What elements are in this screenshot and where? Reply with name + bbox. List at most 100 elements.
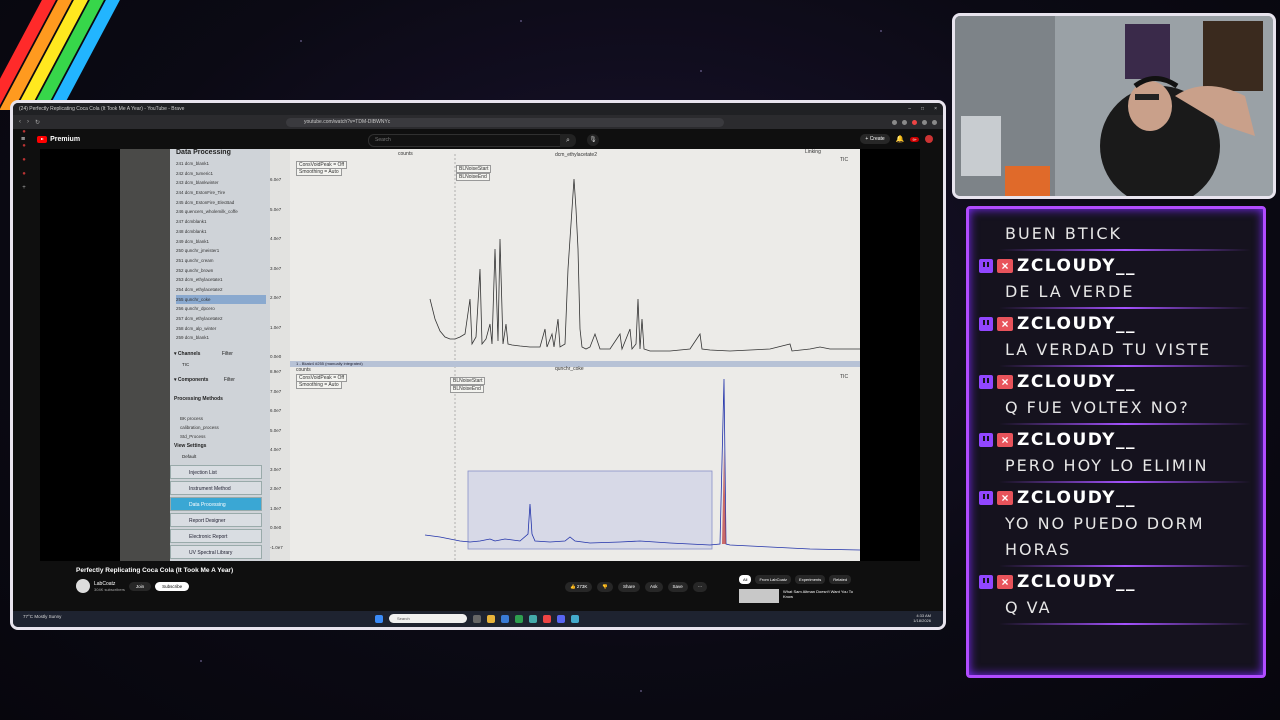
more-icon[interactable]: ⋯	[692, 582, 708, 592]
processing-method-item[interactable]: calibration_process	[180, 423, 260, 432]
sample-list-item[interactable]: 244 dcm_EstonFire_Tire	[176, 188, 266, 198]
sample-list-item[interactable]: 258 dcm_alp_winter	[176, 324, 266, 334]
sample-list-item[interactable]: 256 qunchr_dpcero	[176, 304, 266, 314]
windows-taskbar: 77°C Mostly Sunny Search 4:33 AM 1/18/20…	[13, 611, 943, 627]
channel-avatar[interactable]	[76, 579, 90, 593]
create-button[interactable]: + Create	[860, 134, 890, 144]
sidebar-icon[interactable]: ●	[22, 157, 26, 163]
microphone-icon[interactable]: 🎙	[587, 134, 599, 146]
software-nav-item[interactable]: Instrument Method	[170, 481, 262, 495]
sample-list-item[interactable]: 253 dcm_ethylacetate1	[176, 275, 266, 285]
sample-list-item[interactable]: 241 dcm_blank1	[176, 159, 266, 169]
youtube-logo[interactable]: Premium	[37, 135, 80, 143]
linking-label[interactable]: Linking	[805, 149, 821, 155]
integration-region[interactable]	[467, 470, 713, 550]
share-button[interactable]: Share	[617, 582, 640, 592]
filter-label[interactable]: Filter	[224, 377, 235, 383]
extension-icon[interactable]	[922, 119, 927, 125]
x-badge-icon: ×	[997, 317, 1013, 331]
weather-widget[interactable]: 77°C Mostly Sunny	[23, 614, 61, 619]
chat-username[interactable]: ZCLOUDY__	[1017, 372, 1136, 392]
software-nav-item[interactable]: Electronic Report	[170, 529, 262, 543]
add-icon[interactable]: +	[22, 185, 26, 191]
search-input[interactable]: Search	[368, 134, 566, 147]
save-button[interactable]: Save	[667, 582, 688, 592]
forward-icon[interactable]: ›	[27, 119, 29, 125]
like-button[interactable]: 👍 273K	[565, 582, 593, 592]
star-decoration	[640, 690, 642, 692]
file-explorer-icon[interactable]	[487, 614, 495, 623]
tic-item[interactable]: TIC	[182, 362, 189, 367]
taskbar-search[interactable]: Search	[389, 614, 467, 623]
sample-list-item[interactable]: 246 quencers_wholemilk_coffe	[176, 207, 266, 217]
app-icon[interactable]	[571, 614, 579, 623]
minimize-icon[interactable]: –	[908, 106, 911, 112]
join-button[interactable]: Join	[128, 581, 152, 591]
clock[interactable]: 4:33 AM 1/18/2026	[913, 613, 931, 623]
software-nav-item[interactable]: UV Spectral Library	[170, 545, 262, 559]
recommendation-title[interactable]: What Sam Altman Doesn't Want You To Know	[783, 589, 863, 603]
store-icon[interactable]	[501, 614, 509, 623]
filter-chip[interactable]: Experiments	[795, 575, 826, 584]
processing-method-item[interactable]: Std_Process	[180, 432, 260, 441]
reload-icon[interactable]: ↻	[35, 119, 40, 126]
ask-button[interactable]: Ask	[645, 582, 663, 592]
app-icon[interactable]	[529, 614, 537, 623]
sample-list-item[interactable]: 250 qunchr_jmeister1	[176, 246, 266, 256]
extension-icon[interactable]	[912, 119, 917, 125]
sample-list-item[interactable]: 247 dcmblank1	[176, 217, 266, 227]
menu-icon[interactable]	[932, 119, 937, 125]
sample-list-item[interactable]: 257 dcm_ethylacetate2	[176, 314, 266, 324]
search-icon[interactable]: ⌕	[560, 134, 576, 147]
filter-chip[interactable]: From LabCoatz	[755, 575, 792, 584]
sample-list-item[interactable]: 249 dcm_blank1	[176, 237, 266, 247]
sample-list-item[interactable]: 254 dcm_ethylacetate2	[176, 285, 266, 295]
sample-list-item[interactable]: 243 dcm_blankwinter	[176, 178, 266, 188]
sample-list-item[interactable]: 255 qunchr_coke	[176, 294, 266, 305]
view-default-item[interactable]: Default	[182, 454, 196, 459]
user-avatar[interactable]	[925, 135, 933, 143]
dislike-button[interactable]: 👎	[597, 582, 613, 592]
filter-chip[interactable]: All	[739, 575, 752, 584]
sample-list-item[interactable]: 259 dcm_blank1	[176, 333, 266, 343]
chat-username[interactable]: ZCLOUDY__	[1017, 572, 1136, 592]
browser-tab-title[interactable]: (24) Perfectly Replicating Coca Cola (It…	[19, 106, 184, 112]
chat-separator	[999, 365, 1251, 367]
maximize-icon[interactable]: □	[921, 106, 924, 112]
sample-list-item[interactable]: 242 dcm_tumeric1	[176, 169, 266, 179]
start-icon[interactable]	[375, 614, 383, 623]
sample-list-item[interactable]: 248 dcmblank1	[176, 227, 266, 237]
filter-chip[interactable]: Related	[829, 575, 852, 584]
sidebar-icon[interactable]: ●	[22, 129, 26, 135]
chat-username[interactable]: ZCLOUDY__	[1017, 488, 1136, 508]
sample-list-item[interactable]: 252 qunchr_brown	[176, 266, 266, 276]
bottom-tic-label: TIC	[840, 374, 849, 380]
brave-icon[interactable]	[543, 614, 551, 623]
sample-list-item[interactable]: 245 dcm_EstonFire_ElecBad	[176, 198, 266, 208]
sample-list-item[interactable]: 251 qunchr_cream	[176, 256, 266, 266]
processing-method-item[interactable]: BK process	[180, 414, 260, 423]
extension-icon[interactable]	[902, 119, 907, 125]
chat-username[interactable]: ZCLOUDY__	[1017, 430, 1136, 450]
close-icon[interactable]: ×	[934, 106, 937, 112]
software-nav-item[interactable]: Data Processing	[170, 497, 262, 511]
software-nav-item[interactable]: Injection List	[170, 465, 262, 479]
chat-username[interactable]: ZCLOUDY__	[1017, 314, 1136, 334]
task-view-icon[interactable]	[473, 614, 481, 623]
app-icon[interactable]	[557, 614, 565, 623]
software-nav-item[interactable]: Report Designer	[170, 513, 262, 527]
extension-icon[interactable]	[892, 119, 897, 125]
subscribe-button[interactable]: Subscribe	[155, 581, 190, 591]
chrome-icon[interactable]	[515, 614, 523, 623]
url-field[interactable]: youtube.com/watch?v=TDM-DIBWNYc	[286, 117, 725, 127]
sidebar-icon[interactable]: ●	[22, 143, 26, 149]
chat-username[interactable]: ZCLOUDY__	[1017, 256, 1136, 276]
filter-label[interactable]: Filter	[222, 351, 233, 357]
chat-message-header: × ZCLOUDY__	[979, 311, 1251, 337]
video-player[interactable]: Data Processing 241 dcm_blank1 242 dcm_tu…	[40, 149, 920, 561]
sidebar-icon[interactable]: ●	[22, 171, 26, 177]
recommendation-thumbnail[interactable]	[739, 589, 779, 603]
notifications-icon[interactable]: 🔔	[896, 135, 905, 143]
recommendation-item[interactable]: What Sam Altman Doesn't Want You To Know	[739, 589, 863, 603]
back-icon[interactable]: ‹	[19, 119, 21, 125]
